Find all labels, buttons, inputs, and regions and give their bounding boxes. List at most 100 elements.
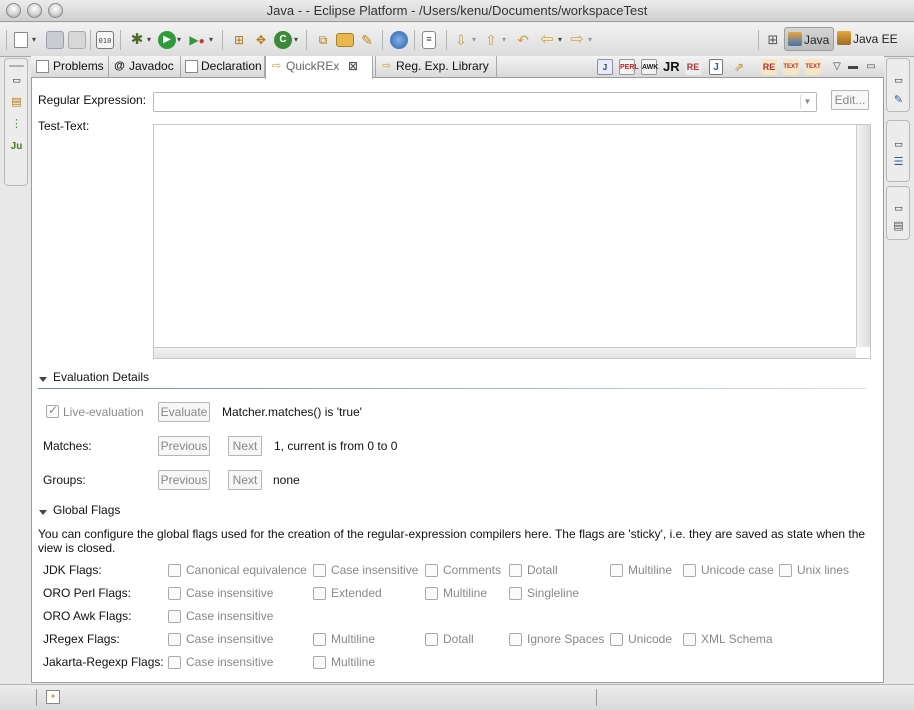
- restore-icon[interactable]: ▭: [891, 137, 906, 152]
- tab-label: Declaration: [201, 59, 262, 73]
- run-icon[interactable]: ▶: [158, 31, 176, 49]
- last-edit-icon[interactable]: ↶: [514, 31, 532, 49]
- maximize-view-icon[interactable]: ▭: [863, 59, 879, 75]
- tab-quickrex[interactable]: ⇨ QuickREx ⊠: [265, 56, 373, 79]
- collapse-arrow-icon[interactable]: [39, 377, 47, 382]
- external-tools-icon[interactable]: ▶●: [188, 31, 206, 49]
- jdk-dotall-checkbox[interactable]: [509, 564, 522, 577]
- load-regexp-button[interactable]: RE: [761, 59, 777, 75]
- java-flavour-icon[interactable]: J: [597, 59, 613, 75]
- regex-input[interactable]: ▼: [153, 92, 817, 112]
- flag-label: Case insensitive: [186, 609, 274, 623]
- minimize-view-icon[interactable]: ▬: [845, 59, 861, 75]
- horizontal-scrollbar[interactable]: [154, 347, 856, 358]
- perl-flavour-button[interactable]: PERL: [619, 59, 639, 75]
- perl-multiline-checkbox[interactable]: [425, 587, 438, 600]
- previous-annotation-icon[interactable]: ⇧: [482, 31, 500, 49]
- jdk-case-insensitive-checkbox[interactable]: [313, 564, 326, 577]
- jdk-multiline-checkbox[interactable]: [610, 564, 623, 577]
- fast-view-icon[interactable]: ✦: [46, 690, 60, 704]
- perl-extended-checkbox[interactable]: [313, 587, 326, 600]
- awk-case-insensitive-checkbox[interactable]: [168, 610, 181, 623]
- jakarta-flavour-button[interactable]: RE: [685, 59, 701, 75]
- jregex-xml-schema-checkbox[interactable]: [683, 633, 696, 646]
- jdk-unix-lines-checkbox[interactable]: [779, 564, 792, 577]
- forward-icon[interactable]: ⇨: [568, 31, 586, 49]
- perl-case-insensitive-checkbox[interactable]: [168, 587, 181, 600]
- debug-dropdown-icon[interactable]: ▾: [145, 31, 153, 49]
- live-evaluation-checkbox[interactable]: [46, 403, 59, 418]
- matches-previous-button[interactable]: Previous: [158, 436, 210, 456]
- chevron-down-icon[interactable]: ▼: [800, 95, 814, 109]
- next-annotation-dropdown-icon[interactable]: ▾: [470, 31, 478, 49]
- save-icon[interactable]: [46, 31, 64, 49]
- global-flags-section-title[interactable]: Global Flags: [53, 503, 120, 517]
- open-task-icon[interactable]: ✎: [358, 31, 376, 49]
- tab-problems[interactable]: Problems: [31, 56, 109, 78]
- restore-icon[interactable]: ▭: [891, 201, 906, 216]
- javaee-perspective-button[interactable]: Java EE: [834, 27, 902, 51]
- print-icon[interactable]: [68, 31, 86, 49]
- jdk-unicode-case-checkbox[interactable]: [683, 564, 696, 577]
- vertical-scrollbar[interactable]: [856, 125, 870, 347]
- open-folder-icon[interactable]: [336, 33, 354, 47]
- restore-icon[interactable]: ▭: [9, 73, 24, 88]
- tab-declaration[interactable]: Declaration: [181, 56, 265, 78]
- groups-previous-button[interactable]: Previous: [158, 470, 210, 490]
- external-tools-dropdown-icon[interactable]: ▾: [207, 31, 215, 49]
- task-list-icon[interactable]: ▤: [891, 219, 906, 234]
- jdk-comments-checkbox[interactable]: [425, 564, 438, 577]
- back-dropdown-icon[interactable]: ▾: [556, 31, 564, 49]
- jregex-dotall-checkbox[interactable]: [425, 633, 438, 646]
- matches-next-button[interactable]: Next: [228, 436, 262, 456]
- load-text-button[interactable]: TEXT: [783, 59, 799, 75]
- evaluate-button[interactable]: Evaluate: [158, 402, 210, 422]
- groups-next-button[interactable]: Next: [228, 470, 262, 490]
- new-package-icon[interactable]: ✥: [252, 31, 270, 49]
- close-tab-icon[interactable]: ⊠: [348, 56, 358, 77]
- run-dropdown-icon[interactable]: ▾: [175, 31, 183, 49]
- new-wizard-icon[interactable]: [14, 32, 28, 48]
- evaluation-section-title[interactable]: Evaluation Details: [53, 370, 149, 384]
- tab-regexp-library[interactable]: ⇨ Reg. Exp. Library: [375, 56, 497, 78]
- structure-icon[interactable]: ☰: [891, 155, 906, 170]
- restore-icon[interactable]: ▭: [891, 73, 906, 88]
- new-java-project-icon[interactable]: ⊞: [230, 31, 248, 49]
- awk-flavour-button[interactable]: AWK: [641, 59, 658, 75]
- outline-icon[interactable]: ✎: [891, 93, 906, 108]
- forward-dropdown-icon[interactable]: ▾: [586, 31, 594, 49]
- jakarta-case-insensitive-checkbox[interactable]: [168, 656, 181, 669]
- jregex-multiline-checkbox[interactable]: [313, 633, 326, 646]
- binary-icon[interactable]: 010: [96, 31, 114, 49]
- jregex-unicode-checkbox[interactable]: [610, 633, 623, 646]
- back-icon[interactable]: ⇦: [538, 31, 556, 49]
- junit-icon[interactable]: Ju: [9, 139, 24, 154]
- next-annotation-icon[interactable]: ⇩: [452, 31, 470, 49]
- jakarta-multiline-checkbox[interactable]: [313, 656, 326, 669]
- package-explorer-icon[interactable]: ▤: [9, 95, 24, 110]
- jregex-flavour-button[interactable]: JR: [663, 59, 680, 75]
- hierarchy-icon[interactable]: ⋮: [9, 117, 24, 132]
- new-class-dropdown-icon[interactable]: ▾: [292, 31, 300, 49]
- jregex-ignore-spaces-checkbox[interactable]: [509, 633, 522, 646]
- previous-annotation-dropdown-icon[interactable]: ▾: [500, 31, 508, 49]
- open-perspective-icon[interactable]: ⊞: [764, 31, 782, 49]
- edit-button[interactable]: Edit...: [831, 90, 869, 110]
- web-browser-icon[interactable]: [390, 31, 408, 49]
- testtext-area[interactable]: [153, 124, 871, 359]
- annotations-icon[interactable]: ≡: [422, 31, 436, 49]
- export-icon[interactable]: ⇗: [731, 59, 747, 75]
- perl-singleline-checkbox[interactable]: [509, 587, 522, 600]
- java-perspective-button[interactable]: Java: [784, 27, 835, 51]
- view-menu-icon[interactable]: ▽: [829, 59, 845, 75]
- debug-icon[interactable]: ✱: [128, 31, 146, 49]
- open-type-icon[interactable]: ⧉: [314, 31, 332, 49]
- jregex-case-insensitive-checkbox[interactable]: [168, 633, 181, 646]
- new-wizard-dropdown-icon[interactable]: ▾: [30, 31, 38, 49]
- collapse-arrow-icon[interactable]: [39, 510, 47, 515]
- new-class-icon[interactable]: C: [274, 31, 292, 49]
- jdk-canonical-equivalence-checkbox[interactable]: [168, 564, 181, 577]
- save-text-button[interactable]: TEXT: [805, 59, 821, 75]
- java-code-icon[interactable]: J: [709, 59, 723, 75]
- tab-javadoc[interactable]: @ Javadoc: [109, 56, 181, 78]
